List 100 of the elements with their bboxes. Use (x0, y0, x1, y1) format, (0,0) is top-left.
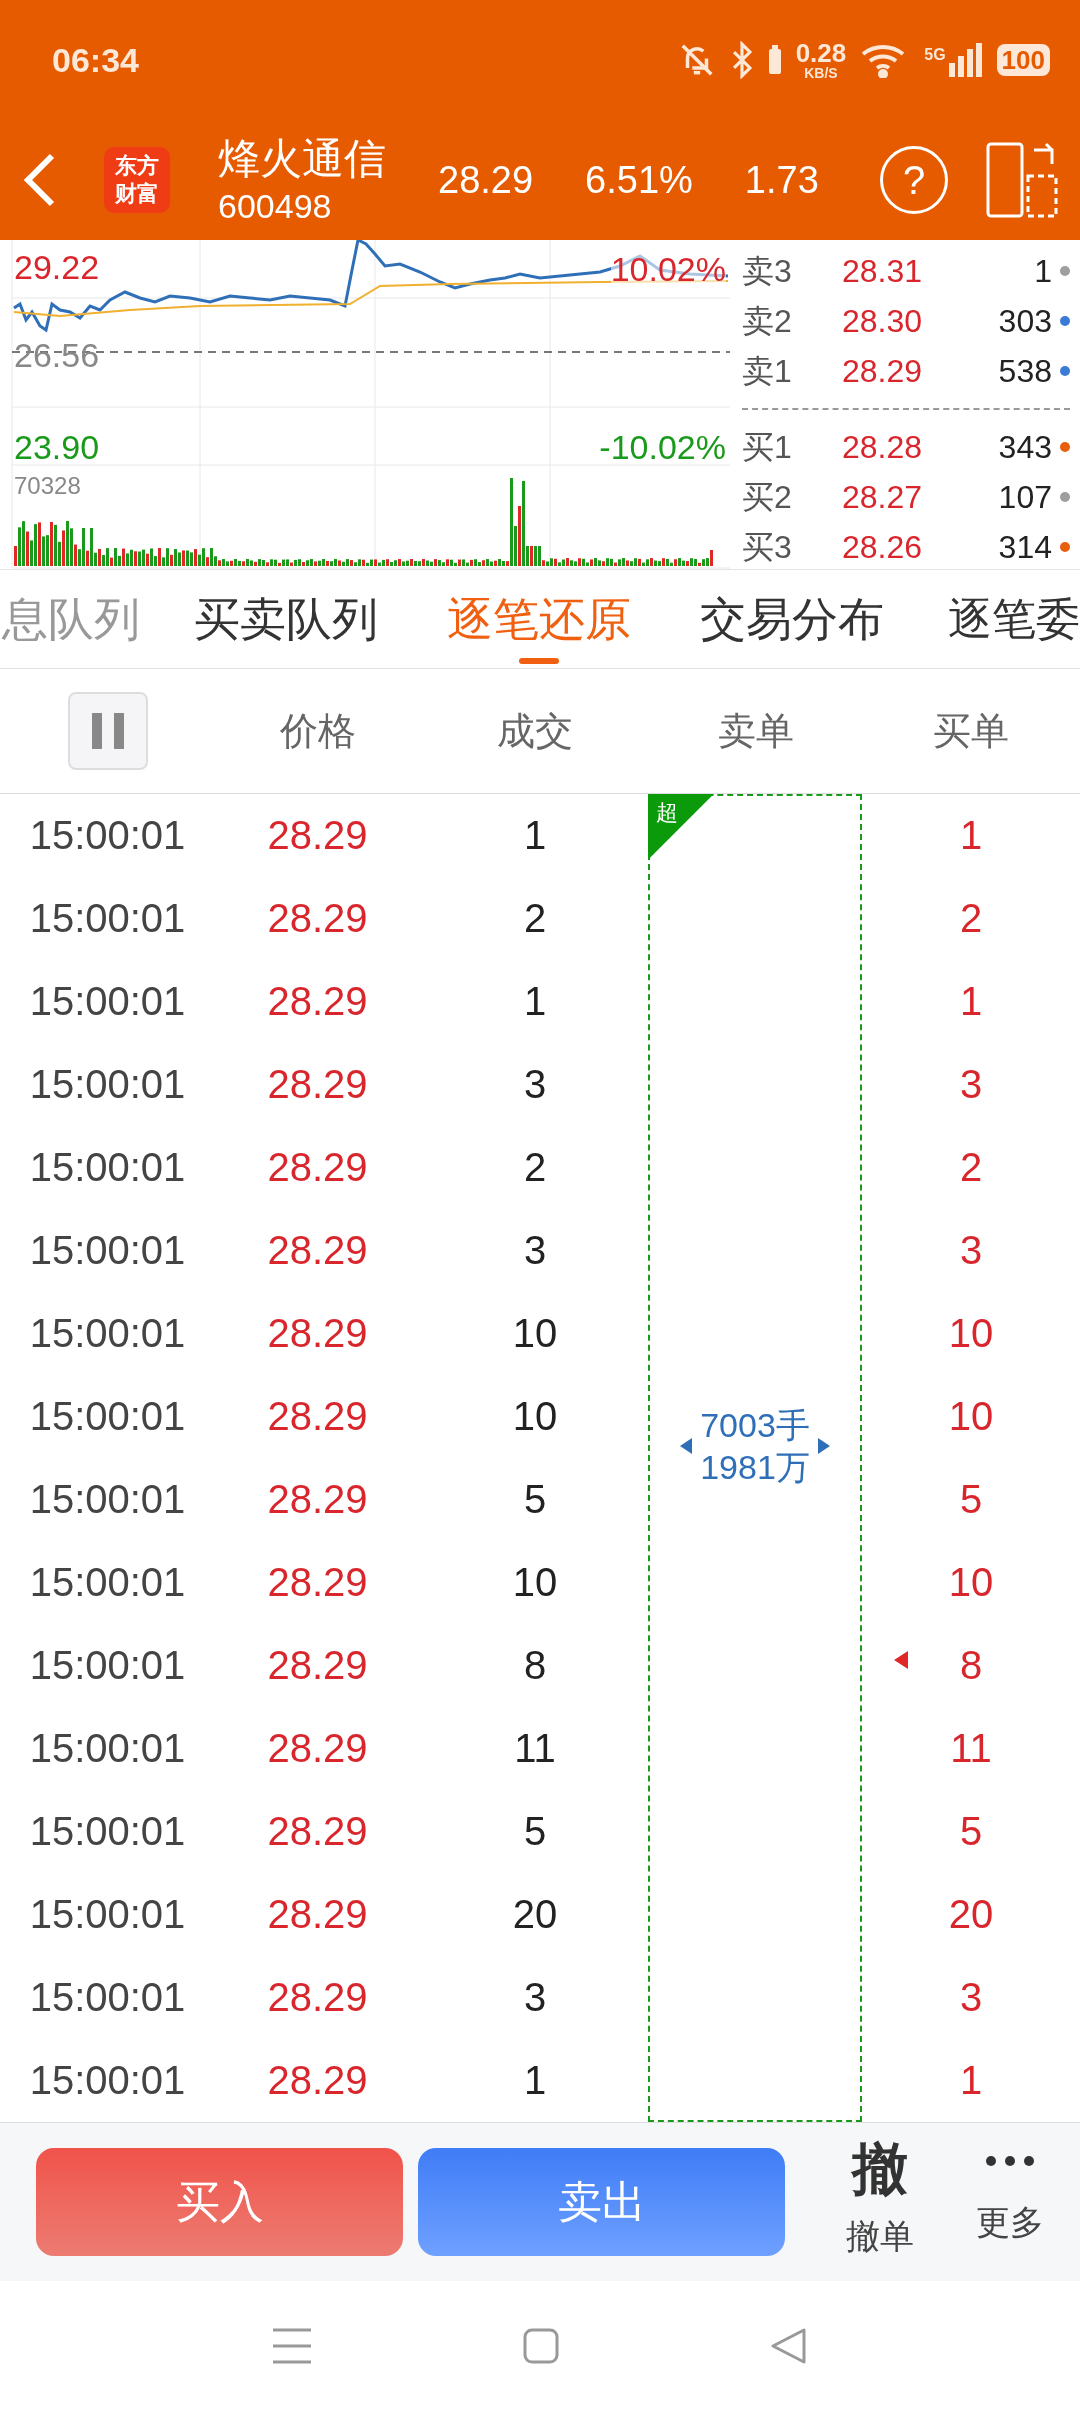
help-button[interactable]: ? (880, 146, 948, 214)
level-price: 28.31 (842, 252, 924, 291)
trade-time: 15:00:01 (29, 1808, 186, 1856)
trade-volume: 10 (512, 1310, 558, 1358)
more-icon (985, 2155, 1035, 2168)
trade-time: 15:00:01 (29, 978, 186, 1026)
right-arrow-icon (817, 1438, 830, 1455)
trade-price: 28.29 (267, 2057, 368, 2105)
buy-volume: 10 (948, 1559, 994, 1607)
back-icon[interactable] (771, 2328, 807, 2365)
trade-price: 28.29 (267, 1891, 368, 1939)
big-order-lots: 7003手 (700, 1404, 810, 1446)
cancel-glyph: 撤 (852, 2141, 908, 2198)
trade-price: 28.29 (267, 1476, 368, 1524)
trade-time: 15:00:01 (29, 1310, 186, 1358)
level-price: 28.27 (842, 478, 924, 517)
cancel-order-button[interactable]: 撤 撤单 (835, 2141, 925, 2263)
trade-volume: 10 (512, 1393, 558, 1441)
level-volume: 303 (997, 302, 1052, 341)
trade-time: 15:00:01 (29, 812, 186, 860)
level-volume: 107 (997, 478, 1052, 517)
trade-price: 28.29 (267, 1974, 368, 2022)
chart-prev-close: 26.56 (14, 335, 100, 376)
marker-icon (894, 1651, 908, 1670)
buy-volume: 5 (959, 1808, 983, 1856)
buy-volume: 3 (959, 1227, 983, 1275)
buy-volume: 2 (959, 895, 983, 943)
chart-high-price: 29.22 (14, 247, 100, 288)
trade-volume: 11 (514, 1725, 556, 1773)
column-header: 卖单 (718, 708, 794, 754)
trade-price: 28.29 (267, 1310, 368, 1358)
trade-price: 28.29 (267, 812, 368, 860)
buy-volume: 1 (959, 2057, 983, 2105)
trade-price: 28.29 (267, 1642, 368, 1690)
trade-volume: 1 (523, 812, 547, 860)
trade-volume: 5 (523, 1476, 547, 1524)
trade-price: 28.29 (267, 1227, 368, 1275)
stock-code: 600498 (218, 186, 333, 227)
trade-volume: 3 (523, 1227, 547, 1275)
column-header: 买单 (933, 708, 1009, 754)
buy-volume: 5 (959, 1476, 983, 1524)
more-button[interactable]: 更多 (965, 2155, 1055, 2249)
tab-indicator (518, 658, 559, 665)
tab[interactable]: 交易分布 (665, 570, 918, 669)
buy-volume: 2 (959, 1144, 983, 1192)
trade-time: 15:00:01 (29, 1559, 186, 1607)
buy-volume: 3 (959, 1974, 983, 2022)
level-volume: 343 (997, 428, 1052, 467)
level-label: 卖2 (742, 302, 793, 341)
level-label: 买1 (742, 428, 793, 467)
split-screen-icon[interactable] (986, 140, 1058, 220)
trade-price: 28.29 (267, 895, 368, 943)
trade-price: 28.29 (267, 1061, 368, 1109)
level-price: 28.28 (842, 428, 924, 467)
trade-volume: 20 (512, 1891, 558, 1939)
trade-time: 15:00:01 (29, 1974, 186, 2022)
chart-low-percent: -10.02% (599, 427, 726, 468)
level-volume: 314 (997, 528, 1052, 567)
buy-volume: 3 (959, 1061, 983, 1109)
trade-price: 28.29 (267, 1559, 368, 1607)
trade-time: 15:00:01 (29, 1642, 186, 1690)
left-arrow-icon (680, 1438, 693, 1455)
trade-volume: 3 (523, 1061, 547, 1109)
pause-button[interactable] (67, 692, 148, 771)
trade-volume: 10 (512, 1559, 558, 1607)
buy-volume: 20 (948, 1891, 994, 1939)
buy-volume: 10 (948, 1310, 994, 1358)
trade-time: 15:00:01 (29, 1227, 186, 1275)
big-order-amount: 1981万 (700, 1447, 810, 1489)
menu-icon[interactable] (273, 2328, 311, 2365)
tab[interactable]: 买卖队列 (159, 570, 413, 669)
home-icon[interactable] (523, 2328, 559, 2365)
level-volume: 1 (1033, 252, 1052, 291)
tab[interactable]: 逐笔委 (918, 570, 1080, 669)
trade-time: 15:00:01 (29, 895, 186, 943)
trade-time: 15:00:01 (29, 1725, 186, 1773)
buy-volume: 10 (948, 1393, 994, 1441)
trade-time: 15:00:01 (29, 1061, 186, 1109)
trade-price: 28.29 (267, 1725, 368, 1773)
level-label: 卖3 (742, 252, 793, 291)
speed-unit: KB/S (804, 66, 838, 80)
battery-level: 100 (996, 44, 1050, 76)
trade-time: 15:00:01 (29, 1144, 186, 1192)
level-label: 买3 (742, 528, 793, 567)
level-volume: 538 (997, 352, 1052, 391)
level-price: 28.30 (842, 302, 924, 341)
signal-icon (948, 43, 983, 77)
level-label: 卖1 (742, 352, 793, 391)
level-label: 买2 (742, 478, 793, 517)
buy-volume: 11 (950, 1725, 992, 1773)
column-header: 成交 (497, 708, 573, 754)
buy-volume: 1 (959, 978, 983, 1026)
level-price: 28.29 (842, 352, 924, 391)
trade-volume: 3 (523, 1974, 547, 2022)
trade-volume: 8 (523, 1642, 547, 1690)
network-type: 5G (924, 45, 946, 65)
volume-max: 70328 (14, 471, 81, 501)
level-price: 28.26 (842, 528, 924, 567)
trade-time: 15:00:01 (29, 2057, 186, 2105)
network-speed: 0.28 (795, 40, 847, 66)
